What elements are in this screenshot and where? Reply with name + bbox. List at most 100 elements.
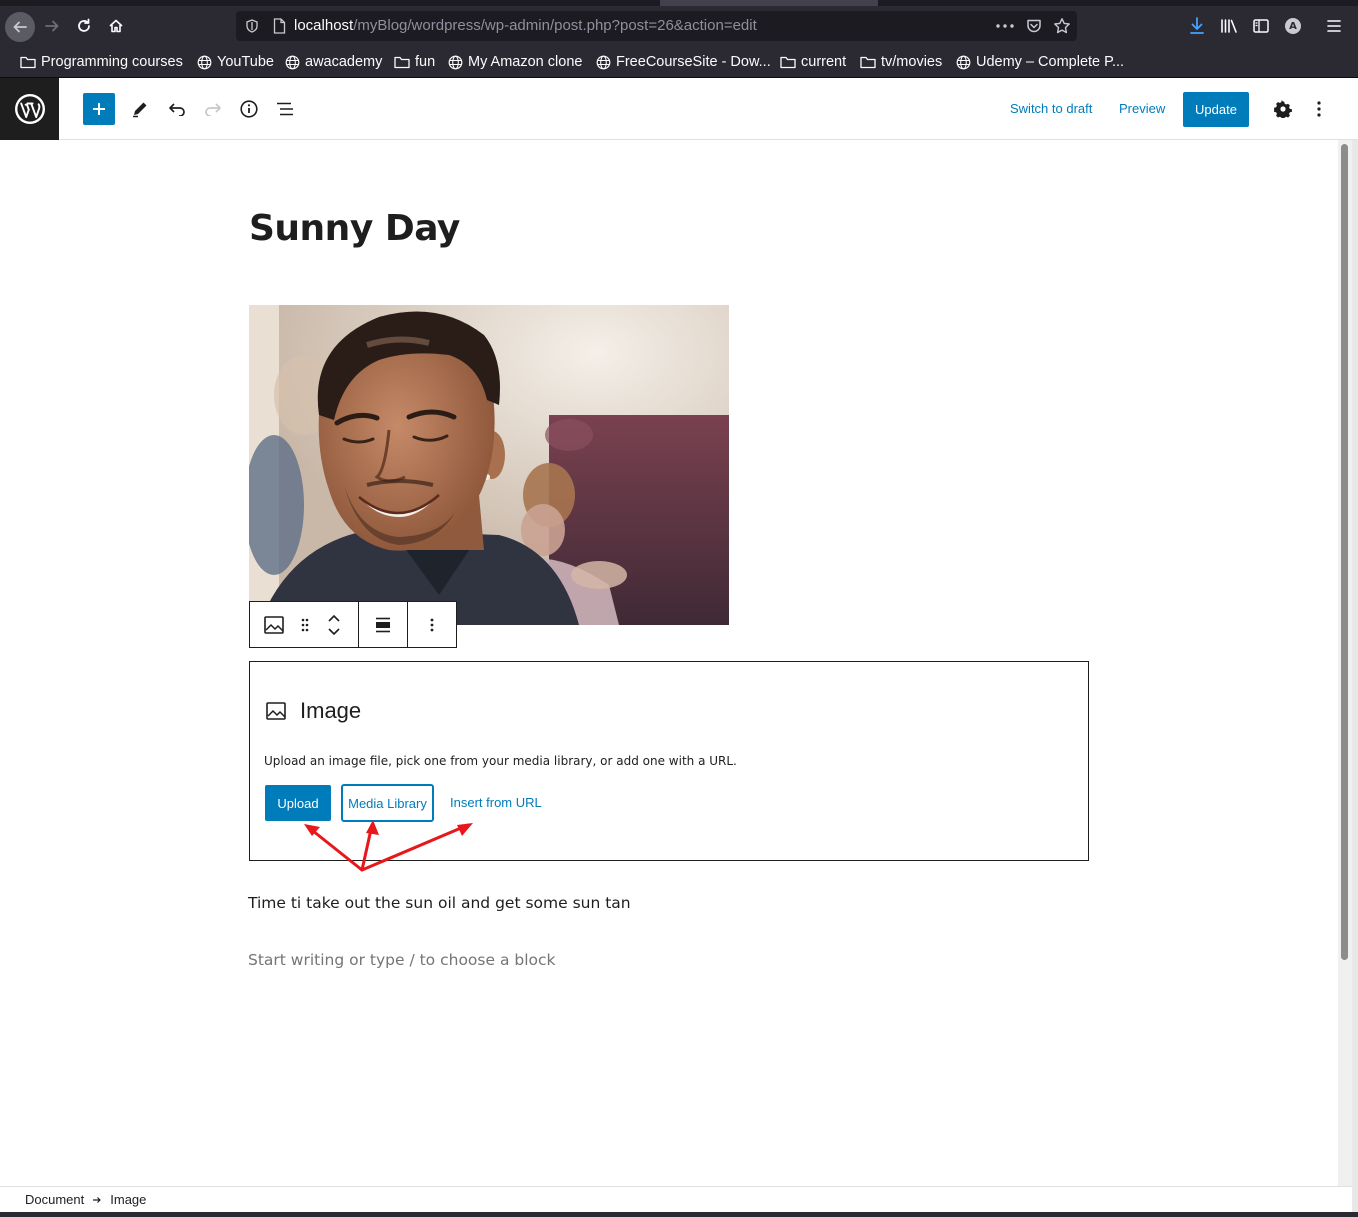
bookmark-item[interactable]: fun	[394, 53, 435, 71]
bookmark-label: YouTube	[217, 54, 274, 70]
drag-handle-icon	[301, 618, 309, 631]
block-options-button[interactable]	[408, 602, 456, 647]
image-icon	[264, 615, 284, 634]
arrowhead	[366, 820, 379, 835]
breadcrumb-document[interactable]: Document	[25, 1192, 84, 1207]
switch-to-draft-button[interactable]: Switch to draft	[1010, 101, 1092, 116]
arrow-to-upload	[306, 825, 364, 872]
scrollbar-thumb[interactable]	[1341, 144, 1348, 960]
post-title[interactable]: Sunny Day	[249, 208, 460, 249]
url-text[interactable]: localhost/myBlog/wordpress/wp-admin/post…	[294, 17, 757, 34]
bookmark-item[interactable]: tv/movies	[860, 53, 942, 71]
tracking-shield-icon[interactable]	[245, 19, 259, 33]
back-button[interactable]	[5, 12, 35, 42]
account-initial: A	[1289, 20, 1297, 32]
image-block-label: Image	[266, 698, 361, 724]
url-path: /myBlog/wordpress/wp-admin/post.php?post…	[353, 17, 757, 34]
plus-icon	[93, 103, 105, 115]
wordpress-logo-button[interactable]	[0, 78, 59, 140]
home-button[interactable]	[102, 12, 130, 40]
arrow-left-icon	[13, 21, 27, 33]
list-view-icon	[277, 102, 293, 116]
bookmark-item[interactable]: FreeCourseSite - Dow...	[596, 53, 771, 71]
editor-scrollbar[interactable]	[1338, 140, 1352, 1186]
block-toolbar-group-more	[408, 602, 456, 647]
account-button[interactable]: A	[1279, 12, 1307, 40]
paragraph-block[interactable]: Time ti take out the sun oil and get som…	[248, 894, 631, 912]
url-bar[interactable]: localhost/myBlog/wordpress/wp-admin/post…	[236, 11, 1077, 41]
undo-button[interactable]	[161, 93, 193, 125]
undo-icon	[169, 103, 185, 116]
preview-button[interactable]: Preview	[1119, 101, 1165, 116]
page-icon	[273, 18, 286, 34]
arrow-to-insert-url	[360, 823, 470, 872]
globe-icon	[956, 55, 971, 69]
bookmark-label: Udemy – Complete P...	[976, 54, 1125, 70]
details-button[interactable]	[233, 93, 265, 125]
arrow-right-icon	[93, 1196, 102, 1203]
bookmark-item[interactable]: YouTube	[197, 53, 274, 71]
pocket-icon[interactable]	[1026, 18, 1042, 34]
bookmark-label: FreeCourseSite - Dow...	[616, 54, 771, 70]
wordpress-logo-icon	[14, 94, 45, 124]
bookmark-item[interactable]: Udemy – Complete P...	[956, 53, 1124, 71]
sidebar-icon	[1253, 19, 1269, 33]
folder-icon	[394, 56, 410, 68]
bookmark-label: awacademy	[305, 54, 383, 70]
image-icon	[266, 702, 286, 720]
annotation-arrows	[304, 820, 473, 872]
bookmark-item[interactable]: Programming courses	[20, 53, 183, 71]
browser-toolbar: localhost/myBlog/wordpress/wp-admin/post…	[0, 6, 1358, 46]
forward-button[interactable]	[38, 12, 66, 40]
bookmark-item[interactable]: current	[780, 53, 846, 71]
add-block-button[interactable]	[83, 93, 115, 125]
more-actions-icon[interactable]	[996, 24, 1014, 28]
bookmarks-toolbar: Programming courses YouTube awacademy fu…	[0, 46, 1358, 78]
gear-icon	[1274, 100, 1292, 118]
globe-icon	[596, 55, 611, 69]
update-button[interactable]: Update	[1183, 92, 1249, 127]
drag-handle[interactable]	[298, 602, 312, 647]
default-block-appender[interactable]: Start writing or type / to choose a bloc…	[248, 951, 556, 969]
align-none-icon	[376, 617, 390, 632]
globe-icon	[285, 55, 300, 69]
bookmark-item[interactable]: My Amazon clone	[448, 53, 582, 71]
reload-button[interactable]	[70, 12, 98, 40]
app-menu-button[interactable]	[1320, 12, 1348, 40]
chevron-up-icon[interactable]	[328, 614, 340, 622]
insert-from-url-button[interactable]: Insert from URL	[450, 795, 542, 810]
list-view-button[interactable]	[269, 93, 301, 125]
bookmark-label: fun	[415, 54, 436, 70]
tools-button[interactable]	[124, 93, 156, 125]
align-button[interactable]	[359, 602, 407, 647]
settings-button[interactable]	[1267, 93, 1299, 125]
editor-header: Switch to draft Preview Update	[0, 78, 1358, 140]
options-button[interactable]	[1303, 93, 1335, 125]
folder-icon	[780, 56, 796, 68]
folder-icon	[20, 56, 36, 68]
url-host: localhost	[294, 17, 354, 34]
breadcrumb-current[interactable]: Image	[110, 1192, 146, 1207]
home-icon	[109, 19, 123, 33]
download-icon	[1190, 17, 1204, 34]
bookmark-label: current	[801, 54, 847, 70]
bookmark-item[interactable]: awacademy	[285, 53, 382, 71]
reload-icon	[78, 18, 90, 32]
pencil-icon	[133, 102, 147, 118]
sidebar-toggle-button[interactable]	[1247, 12, 1275, 40]
bookmark-label: tv/movies	[881, 54, 943, 70]
window-bottom-edge	[0, 1212, 1358, 1217]
redo-button[interactable]	[197, 93, 229, 125]
post-image[interactable]	[249, 305, 729, 625]
arrow-right-icon	[45, 20, 59, 32]
bookmark-star-icon[interactable]	[1053, 17, 1071, 35]
library-button[interactable]	[1215, 12, 1243, 40]
block-type-button[interactable]	[250, 602, 298, 647]
block-toolbar	[249, 601, 457, 648]
downloads-button[interactable]	[1183, 12, 1211, 40]
folder-icon	[860, 56, 876, 68]
redo-icon	[205, 103, 221, 116]
chevron-down-icon[interactable]	[328, 627, 340, 635]
info-icon	[240, 100, 258, 118]
hamburger-menu-icon	[1327, 20, 1341, 32]
